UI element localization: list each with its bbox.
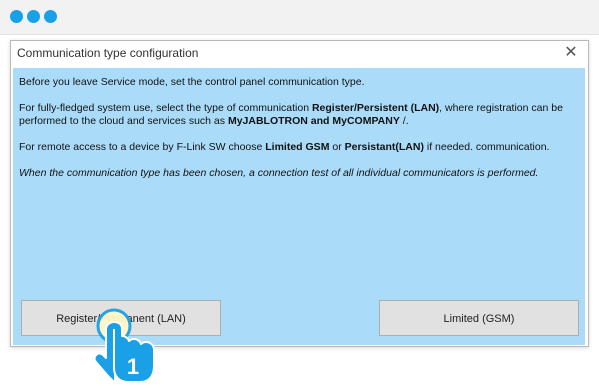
browser-top-bar xyxy=(0,0,599,35)
window-dot-1 xyxy=(10,10,23,23)
instruction-text-3-part-3: if needed. communication. xyxy=(423,141,550,153)
instruction-text-3-part-1: For remote access to a device by F-Link … xyxy=(19,141,266,153)
instruction-text-1: Before you leave Service mode, set the c… xyxy=(19,76,365,88)
window-dot-3 xyxy=(44,10,57,23)
dialog-titlebar: Communication type configuration ✕ xyxy=(11,41,588,66)
instruction-text-3: For remote access to a device by F-Link … xyxy=(19,141,577,154)
limited-gsm-button[interactable]: Limited (GSM) xyxy=(379,300,579,336)
page: Communication type configuration ✕ Befor… xyxy=(0,0,599,388)
instruction-text-4: When the communication type has been cho… xyxy=(19,167,539,179)
instruction-text-2-emphasis-1: Register/Persistent (LAN) xyxy=(311,102,440,114)
instruction-text-3-part-2: or xyxy=(329,141,345,153)
hand-pointer-icon: 1 xyxy=(93,308,155,383)
instruction-text-2-part-1: For fully-fledged system use, select the… xyxy=(19,102,312,114)
instruction-text-2-part-3: /. xyxy=(399,115,409,127)
instruction-text-2: For fully-fledged system use, select the… xyxy=(19,102,577,128)
step-number: 1 xyxy=(127,354,139,379)
instruction-text-2-emphasis-2: MyJABLOTRON and MyCOMPANY xyxy=(227,115,400,127)
close-icon[interactable]: ✕ xyxy=(562,44,580,62)
instruction-text-3-emphasis-1: Limited GSM xyxy=(265,141,330,153)
dialog-title: Communication type configuration xyxy=(17,46,199,60)
instruction-text-3-emphasis-2: Persistant(LAN) xyxy=(344,141,424,153)
window-dot-2 xyxy=(27,10,40,23)
